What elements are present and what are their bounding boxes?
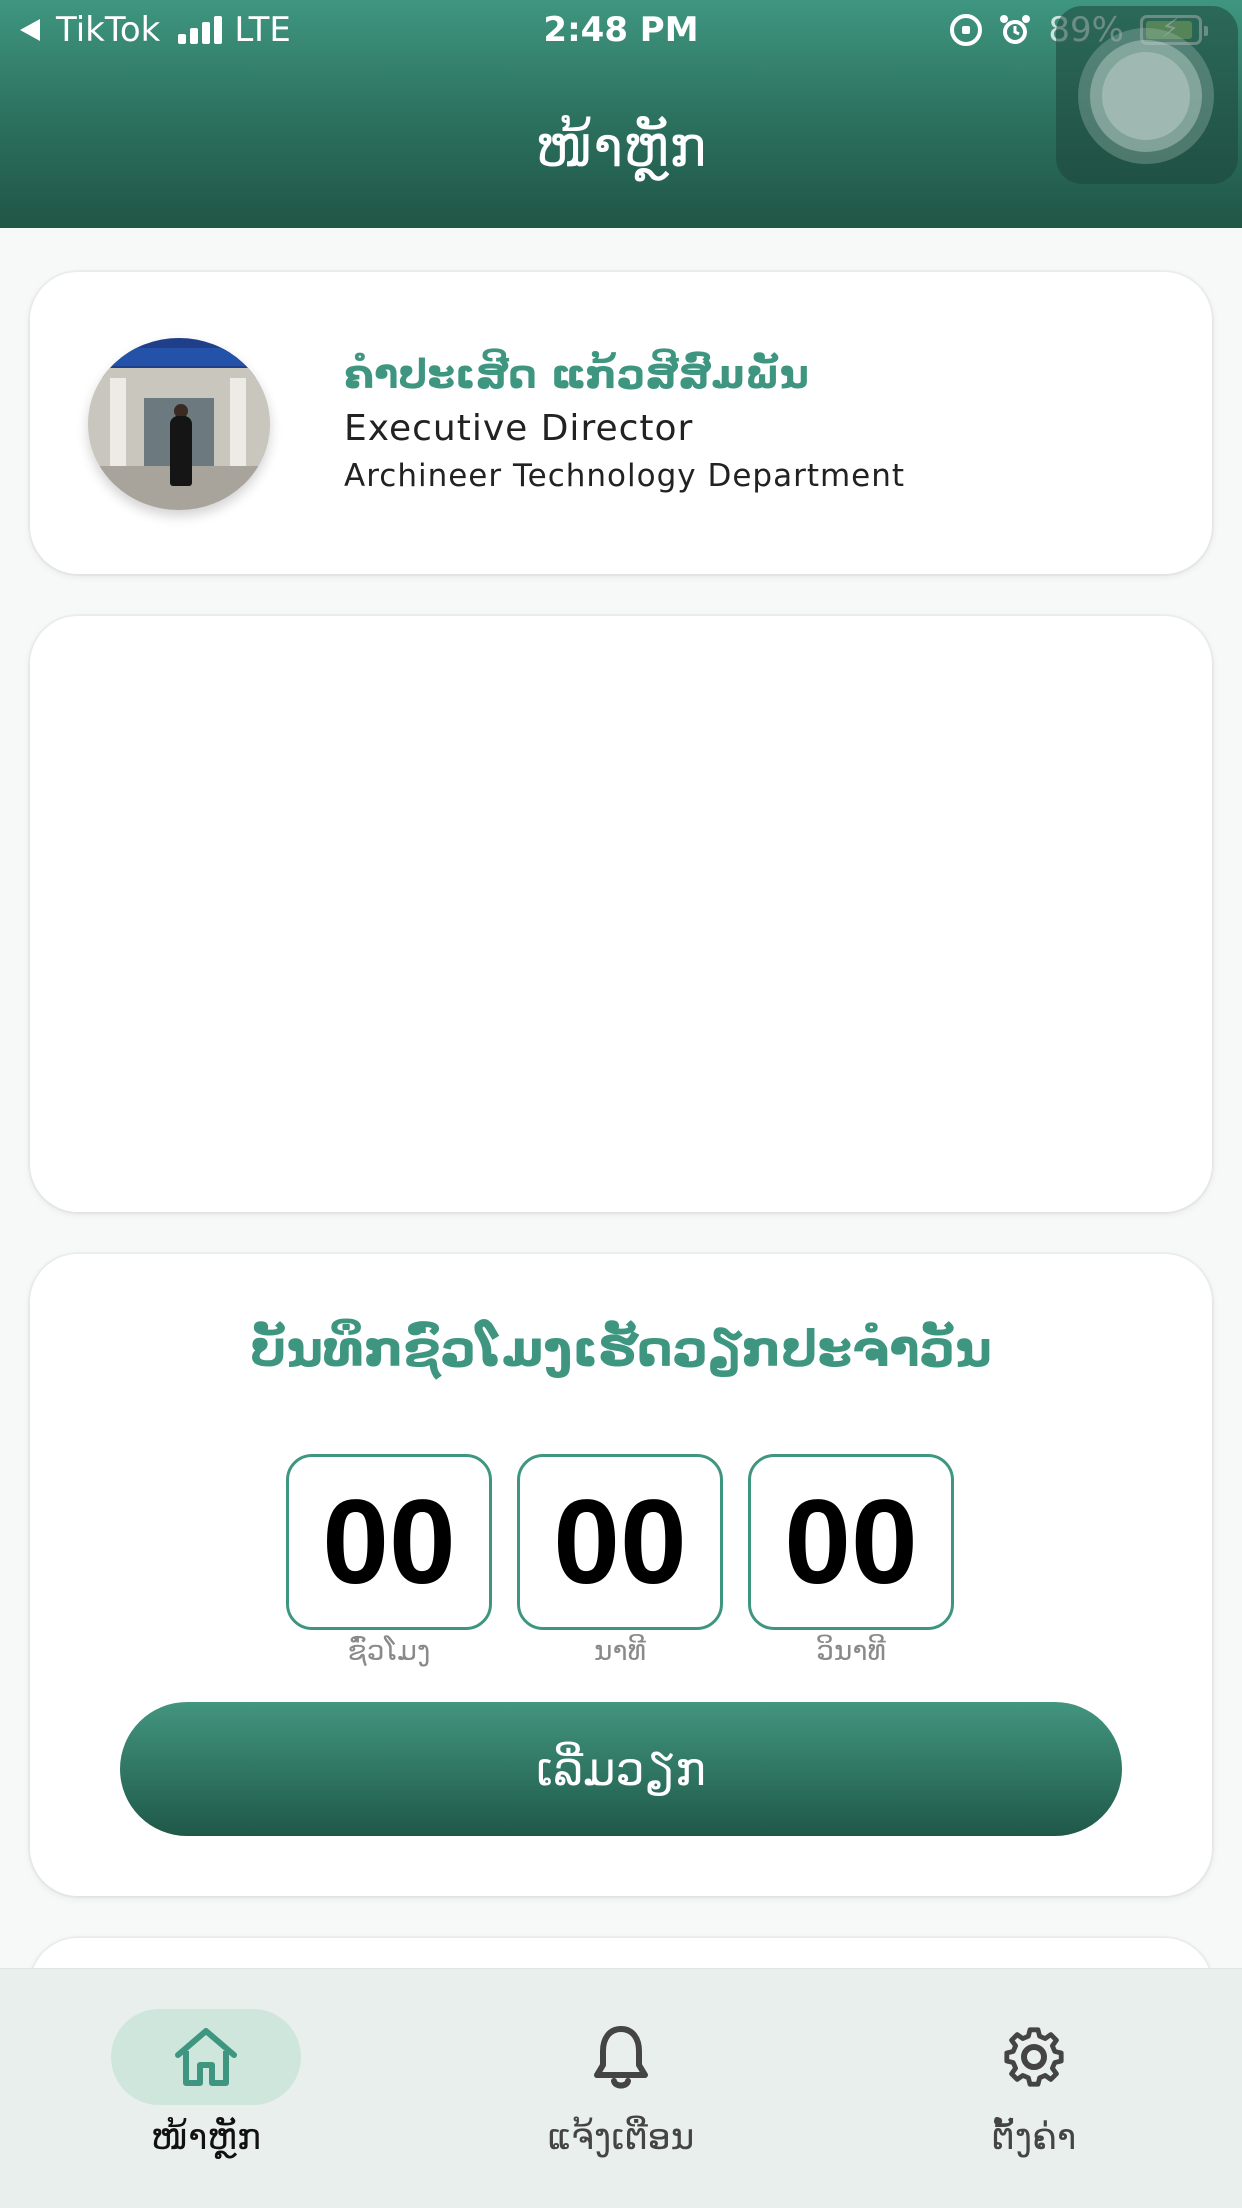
orientation-lock-icon xyxy=(950,14,983,46)
gear-icon xyxy=(1004,2027,1064,2087)
minutes-display: 00 xyxy=(517,1454,723,1630)
profile-name: ຄຳປະເສີດ ແກ້ວສີສົມພັນ xyxy=(344,352,809,398)
avatar xyxy=(88,338,270,510)
timer-title: ບັນທຶກຊົ່ວໂມງເຮັດວຽກປະຈຳວັນ xyxy=(250,1320,992,1378)
tab-home[interactable]: ໜ້າຫຼັກ xyxy=(86,2009,326,2189)
home-icon xyxy=(175,2028,237,2086)
tab-settings-label: ຕັ້ງຄ່າ xyxy=(991,2117,1077,2158)
tab-home-label: ໜ້າຫຼັກ xyxy=(150,2117,262,2158)
seconds-label: ວິນາທີ xyxy=(816,1634,886,1667)
start-work-button[interactable]: ເລີ່ມວຽກ xyxy=(120,1702,1122,1836)
minutes-label: ນາທີ xyxy=(594,1634,646,1667)
bell-icon xyxy=(594,2026,648,2089)
profile-department: Archineer Technology Department xyxy=(344,458,906,494)
app-header: TikTok LTE 2:48 PM 89% ⚡ ໜ້າຫຼັກ xyxy=(0,0,1242,228)
profile-role: Executive Director xyxy=(344,408,694,449)
content-card xyxy=(30,616,1212,1212)
hours-label: ຊົ່ວໂມງ xyxy=(347,1634,431,1667)
seconds-display: 00 xyxy=(748,1454,954,1630)
work-timer-card: ບັນທຶກຊົ່ວໂມງເຮັດວຽກປະຈຳວັນ 00 00 00 ຊົ່… xyxy=(30,1254,1212,1896)
assistive-touch-button[interactable] xyxy=(1056,6,1238,184)
tab-settings[interactable]: ຕັ້ງຄ່າ xyxy=(914,2009,1154,2189)
hours-display: 00 xyxy=(286,1454,492,1630)
bottom-tab-bar: ໜ້າຫຼັກ ແຈ້ງເຕືອນ ຕັ້ງຄ່າ xyxy=(0,1968,1242,2208)
alarm-icon xyxy=(1000,15,1031,44)
tab-notifications-label: ແຈ້ງເຕືອນ xyxy=(547,2117,695,2158)
profile-card: ຄຳປະເສີດ ແກ້ວສີສົມພັນ Executive Director… xyxy=(30,272,1212,574)
tab-notifications[interactable]: ແຈ້ງເຕືອນ xyxy=(501,2009,741,2189)
